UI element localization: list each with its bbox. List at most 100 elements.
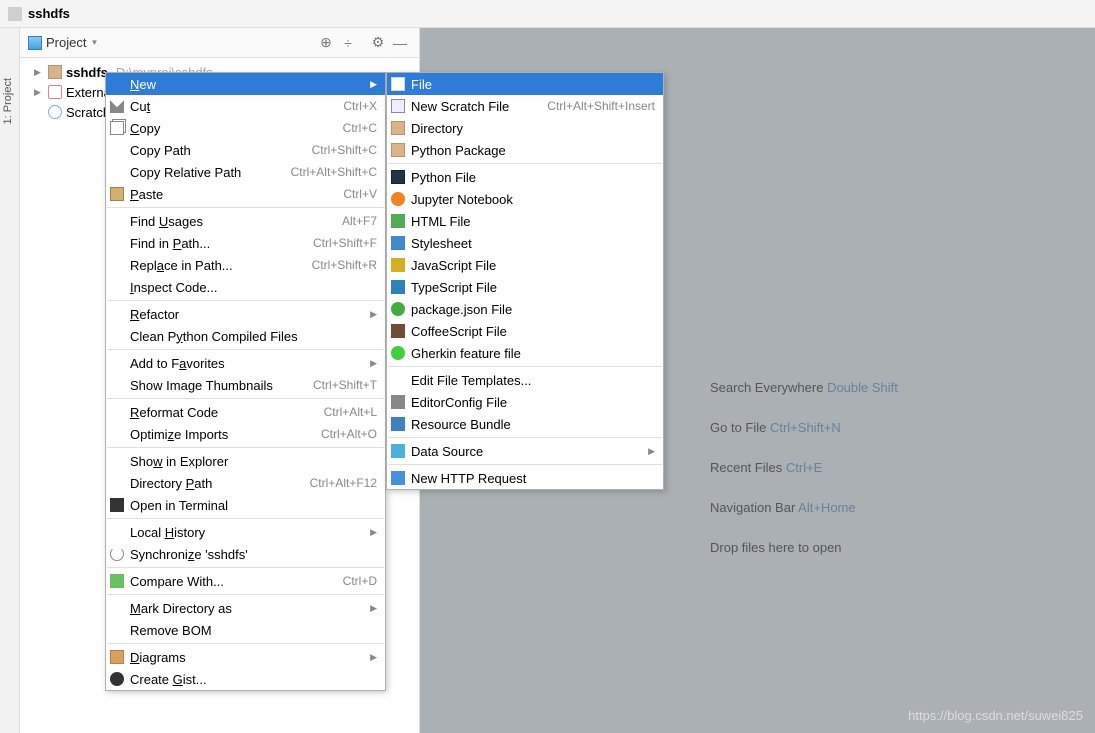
hint-row: Search Everywhere Double Shift — [710, 368, 898, 408]
menu-item[interactable]: HTML File — [387, 210, 663, 232]
ds-icon — [391, 444, 405, 458]
menu-label: CoffeeScript File — [411, 324, 655, 339]
menu-item[interactable]: Data Source ▶ — [387, 440, 663, 462]
menu-item[interactable]: Diagrams▶ — [106, 646, 385, 668]
gutter-project-label[interactable]: 1: Project — [2, 78, 14, 124]
collapse-icon[interactable]: ÷ — [337, 32, 359, 54]
new-submenu[interactable]: File New Scratch File Ctrl+Alt+Shift+Inser… — [386, 72, 664, 490]
menu-item[interactable]: CutCtrl+X — [106, 95, 385, 117]
json-icon — [391, 302, 405, 316]
menu-label: Local History — [130, 525, 362, 540]
gh-icon — [110, 672, 124, 686]
menu-label: Resource Bundle — [411, 417, 655, 432]
menu-item[interactable]: Reformat CodeCtrl+Alt+L — [106, 401, 385, 423]
menu-item[interactable]: Create Gist... — [106, 668, 385, 690]
menu-item[interactable]: Refactor▶ — [106, 303, 385, 325]
target-icon[interactable]: ⊕ — [315, 32, 337, 54]
menu-item[interactable]: New HTTP Request — [387, 467, 663, 489]
tool-gutter[interactable]: 1: Project — [0, 28, 20, 733]
menu-item[interactable]: JavaScript File — [387, 254, 663, 276]
menu-item[interactable]: Find UsagesAlt+F7 — [106, 210, 385, 232]
menu-item[interactable]: Clean Python Compiled Files — [106, 325, 385, 347]
menu-item[interactable]: Show in Explorer — [106, 450, 385, 472]
menu-item[interactable]: CoffeeScript File — [387, 320, 663, 342]
menu-separator — [388, 437, 662, 438]
rb-icon — [391, 417, 405, 431]
menu-item[interactable]: Python File — [387, 166, 663, 188]
expand-icon[interactable]: ▶ — [34, 87, 44, 98]
menu-item[interactable]: Compare With...Ctrl+D — [106, 570, 385, 592]
cut-icon — [110, 99, 124, 113]
menu-shortcut: Ctrl+Alt+L — [324, 405, 377, 419]
menu-item[interactable]: New Scratch File Ctrl+Alt+Shift+Insert — [387, 95, 663, 117]
menu-label: Clean Python Compiled Files — [130, 329, 377, 344]
menu-label: New Scratch File — [411, 99, 531, 114]
http-icon — [391, 471, 405, 485]
menu-item[interactable]: Add to Favorites▶ — [106, 352, 385, 374]
menu-label: Find in Path... — [130, 236, 297, 251]
menu-item[interactable]: Optimize ImportsCtrl+Alt+O — [106, 423, 385, 445]
dir-icon — [391, 121, 405, 135]
menu-item[interactable]: Gherkin feature file — [387, 342, 663, 364]
menu-item[interactable]: Edit File Templates... — [387, 369, 663, 391]
menu-item[interactable]: Python Package — [387, 139, 663, 161]
submenu-arrow-icon: ▶ — [370, 603, 377, 614]
menu-label: Stylesheet — [411, 236, 655, 251]
menu-item[interactable]: Copy PathCtrl+Shift+C — [106, 139, 385, 161]
menu-item[interactable]: Resource Bundle — [387, 413, 663, 435]
paste-icon — [110, 187, 124, 201]
expand-icon[interactable]: ▶ — [34, 67, 44, 78]
menu-label: Remove BOM — [130, 623, 377, 638]
submenu-arrow-icon: ▶ — [648, 446, 655, 457]
menu-item[interactable]: New▶ — [106, 73, 385, 95]
menu-item[interactable]: Inspect Code... — [106, 276, 385, 298]
ec-icon — [391, 395, 405, 409]
menu-item[interactable]: package.json File — [387, 298, 663, 320]
menu-item[interactable]: Show Image ThumbnailsCtrl+Shift+T — [106, 374, 385, 396]
context-menu[interactable]: New▶CutCtrl+XCopyCtrl+CCopy PathCtrl+Shi… — [105, 72, 386, 691]
menu-label: Show in Explorer — [130, 454, 377, 469]
menu-item[interactable]: Directory PathCtrl+Alt+F12 — [106, 472, 385, 494]
copy-icon — [110, 121, 124, 135]
menu-item[interactable]: Copy Relative PathCtrl+Alt+Shift+C — [106, 161, 385, 183]
menu-label: Compare With... — [130, 574, 327, 589]
menu-label: Replace in Path... — [130, 258, 296, 273]
menu-separator — [388, 163, 662, 164]
menu-item[interactable]: PasteCtrl+V — [106, 183, 385, 205]
menu-item[interactable]: CopyCtrl+C — [106, 117, 385, 139]
menu-item[interactable]: File — [387, 73, 663, 95]
sfile-icon — [391, 99, 405, 113]
menu-item[interactable]: Local History▶ — [106, 521, 385, 543]
menu-item[interactable]: Replace in Path... Ctrl+Shift+R — [106, 254, 385, 276]
project-toolbar: Project ▼ ⊕ ÷ ⚙ — — [20, 28, 419, 58]
menu-item[interactable]: Find in Path... Ctrl+Shift+F — [106, 232, 385, 254]
menu-label: Data Source — [411, 444, 640, 459]
menu-item[interactable]: Remove BOM — [106, 619, 385, 641]
minimize-icon[interactable]: — — [389, 32, 411, 54]
menu-shortcut: Ctrl+Shift+T — [313, 378, 377, 392]
menu-label: EditorConfig File — [411, 395, 655, 410]
menu-item[interactable]: EditorConfig File — [387, 391, 663, 413]
term-icon — [110, 498, 124, 512]
menu-item[interactable]: Jupyter Notebook — [387, 188, 663, 210]
menu-shortcut: Ctrl+Shift+F — [313, 236, 377, 250]
menu-item[interactable]: Open in Terminal — [106, 494, 385, 516]
menu-shortcut: Ctrl+Shift+R — [312, 258, 377, 272]
folder-icon — [8, 7, 22, 21]
menu-separator — [107, 398, 384, 399]
menu-label: package.json File — [411, 302, 655, 317]
file-icon — [391, 77, 405, 91]
menu-label: Directory Path — [130, 476, 294, 491]
gear-icon[interactable]: ⚙ — [367, 32, 389, 54]
menu-label: Gherkin feature file — [411, 346, 655, 361]
menu-label: Refactor — [130, 307, 362, 322]
menu-item[interactable]: Directory — [387, 117, 663, 139]
menu-item[interactable]: Mark Directory as▶ — [106, 597, 385, 619]
menu-item[interactable]: TypeScript File — [387, 276, 663, 298]
menu-item[interactable]: Synchronize 'sshdfs' — [106, 543, 385, 565]
empty-hints: Search Everywhere Double ShiftGo to File… — [710, 368, 898, 568]
menu-item[interactable]: Stylesheet — [387, 232, 663, 254]
project-view-selector[interactable]: Project ▼ — [28, 35, 98, 50]
menu-label: Diagrams — [130, 650, 362, 665]
menu-shortcut: Ctrl+Alt+Shift+Insert — [547, 99, 655, 113]
